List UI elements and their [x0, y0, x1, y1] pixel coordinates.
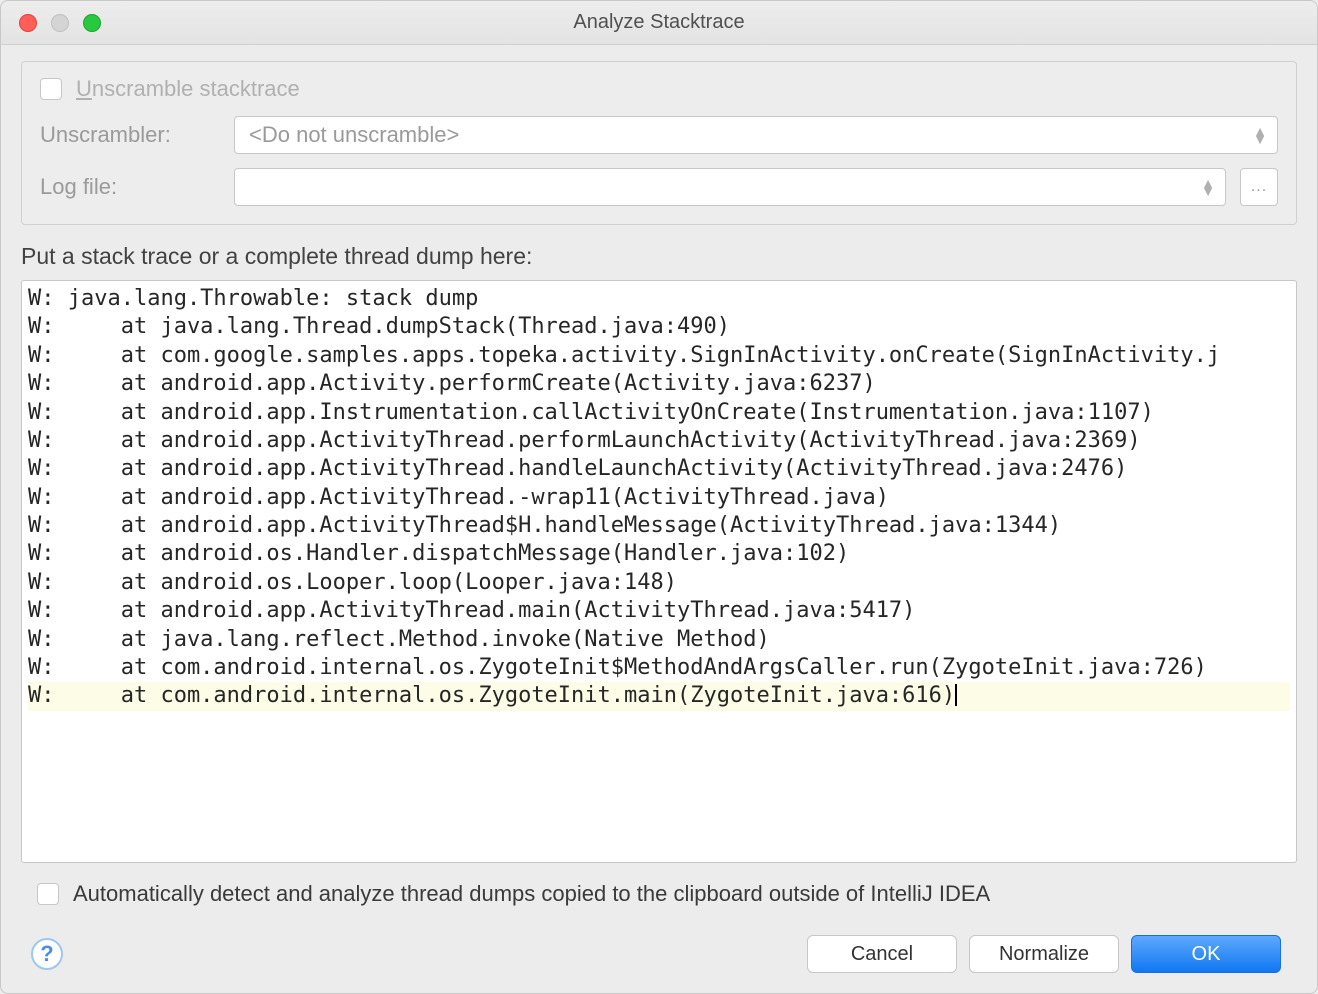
dialog-content: Unscramble stacktrace Unscrambler: <Do n… [1, 45, 1317, 993]
auto-detect-row: Automatically detect and analyze thread … [21, 873, 1297, 911]
traffic-lights [1, 14, 101, 32]
stacktrace-line[interactable]: W: at java.lang.reflect.Method.invoke(Na… [28, 626, 1290, 654]
stacktrace-line[interactable]: W: at android.os.Handler.dispatchMessage… [28, 540, 1290, 568]
stacktrace-line[interactable]: W: at com.google.samples.apps.topeka.act… [28, 342, 1290, 370]
stacktrace-line[interactable]: W: at com.android.internal.os.ZygoteInit… [28, 682, 1290, 710]
help-button[interactable]: ? [31, 938, 63, 970]
label-rest: nscramble stacktrace [92, 76, 300, 101]
stacktrace-line[interactable]: W: at com.android.internal.os.ZygoteInit… [28, 654, 1290, 682]
ok-label: OK [1192, 943, 1221, 966]
help-icon: ? [40, 941, 53, 967]
logfile-row: Log file: ▲▼ ... [40, 168, 1278, 206]
dialog-footer: ? Cancel Normalize OK [21, 921, 1297, 973]
stacktrace-prompt: Put a stack trace or a complete thread d… [21, 243, 1297, 270]
stacktrace-line[interactable]: W: at android.app.ActivityThread.perform… [28, 427, 1290, 455]
logfile-label: Log file: [40, 174, 220, 200]
unscramble-checkbox[interactable] [40, 78, 62, 100]
unscrambler-value: <Do not unscramble> [249, 122, 459, 148]
chevron-updown-icon: ▲▼ [1201, 179, 1215, 196]
auto-detect-label: Automatically detect and analyze thread … [73, 881, 990, 907]
options-panel: Unscramble stacktrace Unscrambler: <Do n… [21, 61, 1297, 225]
close-icon[interactable] [19, 14, 37, 32]
titlebar: Analyze Stacktrace [1, 1, 1317, 45]
unscrambler-row: Unscrambler: <Do not unscramble> ▲▼ [40, 116, 1278, 154]
stacktrace-line[interactable]: W: at android.app.ActivityThread.main(Ac… [28, 597, 1290, 625]
stacktrace-line[interactable]: W: java.lang.Throwable: stack dump [28, 285, 1290, 313]
text-cursor [955, 684, 957, 706]
dialog-window: Analyze Stacktrace Unscramble stacktrace… [0, 0, 1318, 994]
mnemonic-char: U [76, 76, 92, 101]
unscrambler-label: Unscrambler: [40, 122, 220, 148]
ok-button[interactable]: OK [1131, 935, 1281, 973]
stacktrace-line[interactable]: W: at android.app.ActivityThread.-wrap11… [28, 484, 1290, 512]
normalize-button[interactable]: Normalize [969, 935, 1119, 973]
unscramble-label: Unscramble stacktrace [76, 76, 300, 102]
cancel-button[interactable]: Cancel [807, 935, 957, 973]
cancel-label: Cancel [851, 943, 913, 966]
window-title: Analyze Stacktrace [1, 11, 1317, 34]
browse-button[interactable]: ... [1240, 168, 1278, 206]
unscramble-row: Unscramble stacktrace [40, 76, 1278, 102]
stacktrace-line[interactable]: W: at android.app.ActivityThread$H.handl… [28, 512, 1290, 540]
chevron-updown-icon: ▲▼ [1253, 127, 1267, 144]
maximize-icon[interactable] [83, 14, 101, 32]
normalize-label: Normalize [999, 943, 1089, 966]
stacktrace-line[interactable]: W: at java.lang.Thread.dumpStack(Thread.… [28, 313, 1290, 341]
minimize-icon [51, 14, 69, 32]
stacktrace-line[interactable]: W: at android.os.Looper.loop(Looper.java… [28, 569, 1290, 597]
unscrambler-combo[interactable]: <Do not unscramble> ▲▼ [234, 116, 1278, 154]
stacktrace-line[interactable]: W: at android.app.Activity.performCreate… [28, 370, 1290, 398]
browse-label: ... [1251, 178, 1267, 196]
auto-detect-checkbox[interactable] [37, 883, 59, 905]
stacktrace-line[interactable]: W: at android.app.Instrumentation.callAc… [28, 399, 1290, 427]
logfile-input[interactable]: ▲▼ [234, 168, 1226, 206]
stacktrace-line[interactable]: W: at android.app.ActivityThread.handleL… [28, 455, 1290, 483]
stacktrace-textarea[interactable]: W: java.lang.Throwable: stack dumpW: at … [21, 280, 1297, 863]
